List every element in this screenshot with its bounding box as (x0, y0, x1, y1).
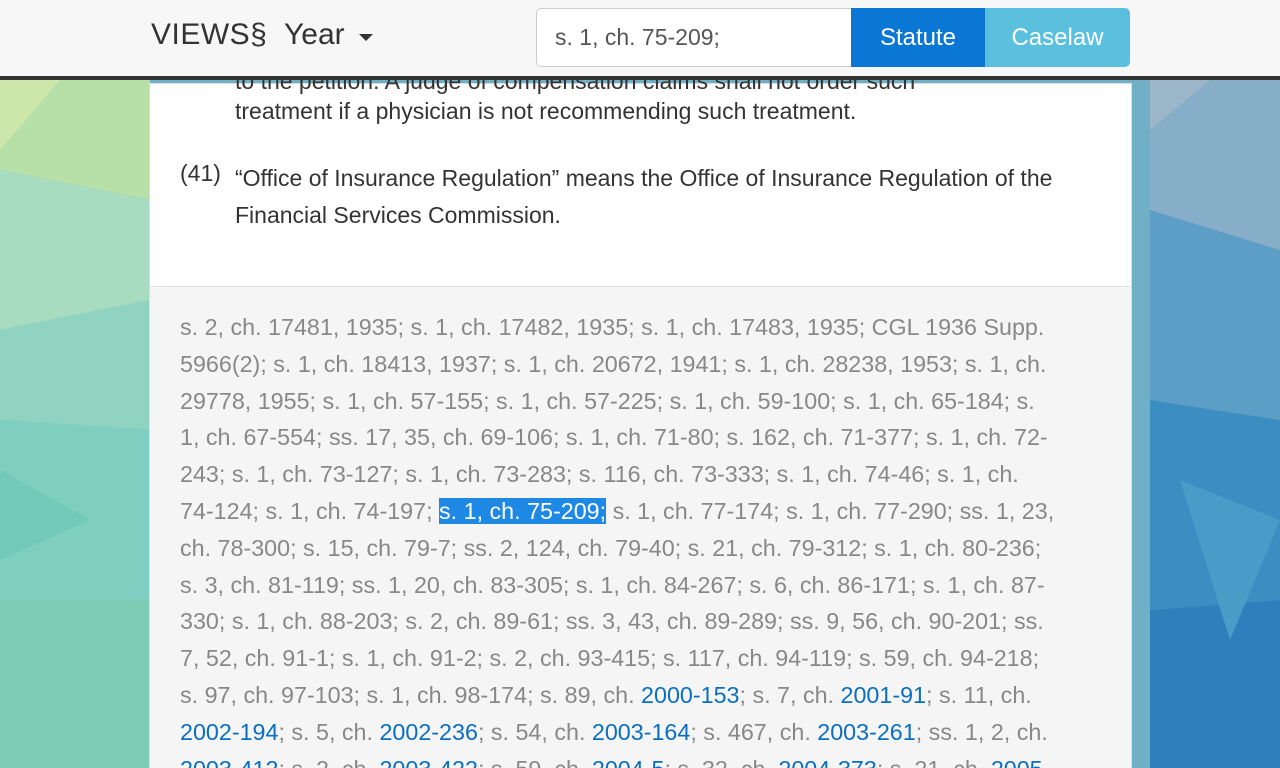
history-text: ; s. 54, ch. (477, 718, 592, 745)
history-line: 330; s. 1, ch. 88-203; s. 2, ch. 89-61; … (180, 608, 1044, 635)
history-line: ch. 78-300; s. 15, ch. 79-7; ss. 2, 124,… (180, 534, 1042, 561)
law-link[interactable]: 2003-164 (592, 719, 690, 745)
history-text: ; s. 21, ch. (877, 756, 991, 768)
history-line: s. 97, ch. 97-103; s. 1, ch. 98-174; s. … (180, 677, 1101, 714)
history-text: ; s. 32, ch. (664, 756, 778, 768)
history-text: ; s. 7, ch. (739, 681, 841, 708)
year-dropdown[interactable]: Year (284, 18, 373, 52)
history-text: s. 97, ch. 97-103; s. 1, ch. 98-174; s. … (180, 681, 642, 708)
history-text: ; s. 11, ch. (926, 681, 1032, 708)
law-link[interactable]: 2000-153 (641, 682, 739, 708)
law-link[interactable]: 2003-422 (379, 756, 477, 768)
law-link[interactable]: 2004-5 (592, 756, 665, 768)
history-line: 1, ch. 67-554; ss. 17, 35, ch. 69-106; s… (180, 424, 1048, 451)
law-link[interactable]: 2005- (991, 756, 1051, 768)
brand-logo[interactable]: VIEWS§ (151, 18, 267, 52)
law-link[interactable]: 2003-412 (180, 756, 278, 768)
search-highlight: s. 1, ch. 75-209; (439, 497, 607, 524)
history-line: s. 3, ch. 81-119; ss. 1, 20, ch. 83-305;… (180, 571, 1045, 598)
history-text: ; s. 5, ch. (278, 718, 380, 745)
law-link[interactable]: 2002-194 (180, 719, 278, 745)
caret-down-icon (358, 33, 373, 41)
history-text: ; s. 467, ch. (690, 718, 818, 745)
item-text: “Office of Insurance Regulation” means t… (235, 165, 1053, 228)
history-line: 2002-194; s. 5, ch. 2002-236; s. 54, ch.… (180, 714, 1101, 751)
history-line: s. 2, ch. 17481, 1935; s. 1, ch. 17482, … (180, 314, 1045, 340)
law-link[interactable]: 2002-236 (379, 719, 477, 745)
history-line: 7, 52, ch. 91-1; s. 1, ch. 91-2; s. 2, c… (180, 645, 1040, 672)
search-input[interactable] (536, 8, 852, 67)
statute-button[interactable]: Statute (851, 8, 985, 67)
history-text: 74-124; s. 1, ch. 74-197; (180, 497, 440, 524)
law-link[interactable]: 2003-261 (817, 719, 915, 745)
history-line: 74-124; s. 1, ch. 74-197; s. 1, ch. 75-2… (180, 493, 1101, 530)
history-line: 5966(2); s. 1, ch. 18413, 1937; s. 1, ch… (180, 350, 1047, 377)
previous-item-line: treatment if a physician is not recommen… (235, 98, 857, 124)
history-notes: s. 2, ch. 17481, 1935; s. 1, ch. 17482, … (150, 286, 1131, 768)
history-line: 2003-412; s. 2, ch. 2003-422; s. 59, ch.… (180, 751, 1101, 768)
history-text: ; ss. 1, 2, ch. (915, 718, 1048, 745)
history-line: 243; s. 1, ch. 73-127; s. 1, ch. 73-283;… (180, 461, 1019, 488)
law-link[interactable]: 2001-91 (841, 682, 927, 708)
history-text: ; s. 2, ch. (278, 756, 379, 768)
year-dropdown-label: Year (284, 18, 345, 51)
history-text: s. 1, ch. 77-174; s. 1, ch. 77-290; ss. … (606, 497, 1055, 524)
history-text: ; s. 59, ch. (478, 756, 592, 768)
statute-panel: to the petition. A judge of compensation… (149, 68, 1132, 768)
item-number: (41) (180, 160, 221, 186)
law-link[interactable]: 2004-373 (778, 756, 876, 768)
caselaw-button[interactable]: Caselaw (985, 8, 1130, 67)
history-line: 29778, 1955; s. 1, ch. 57-155; s. 1, ch.… (180, 387, 1035, 414)
statute-text: to the petition. A judge of compensation… (150, 68, 1131, 286)
navbar: VIEWS§ Year Statute Caselaw (0, 0, 1280, 80)
